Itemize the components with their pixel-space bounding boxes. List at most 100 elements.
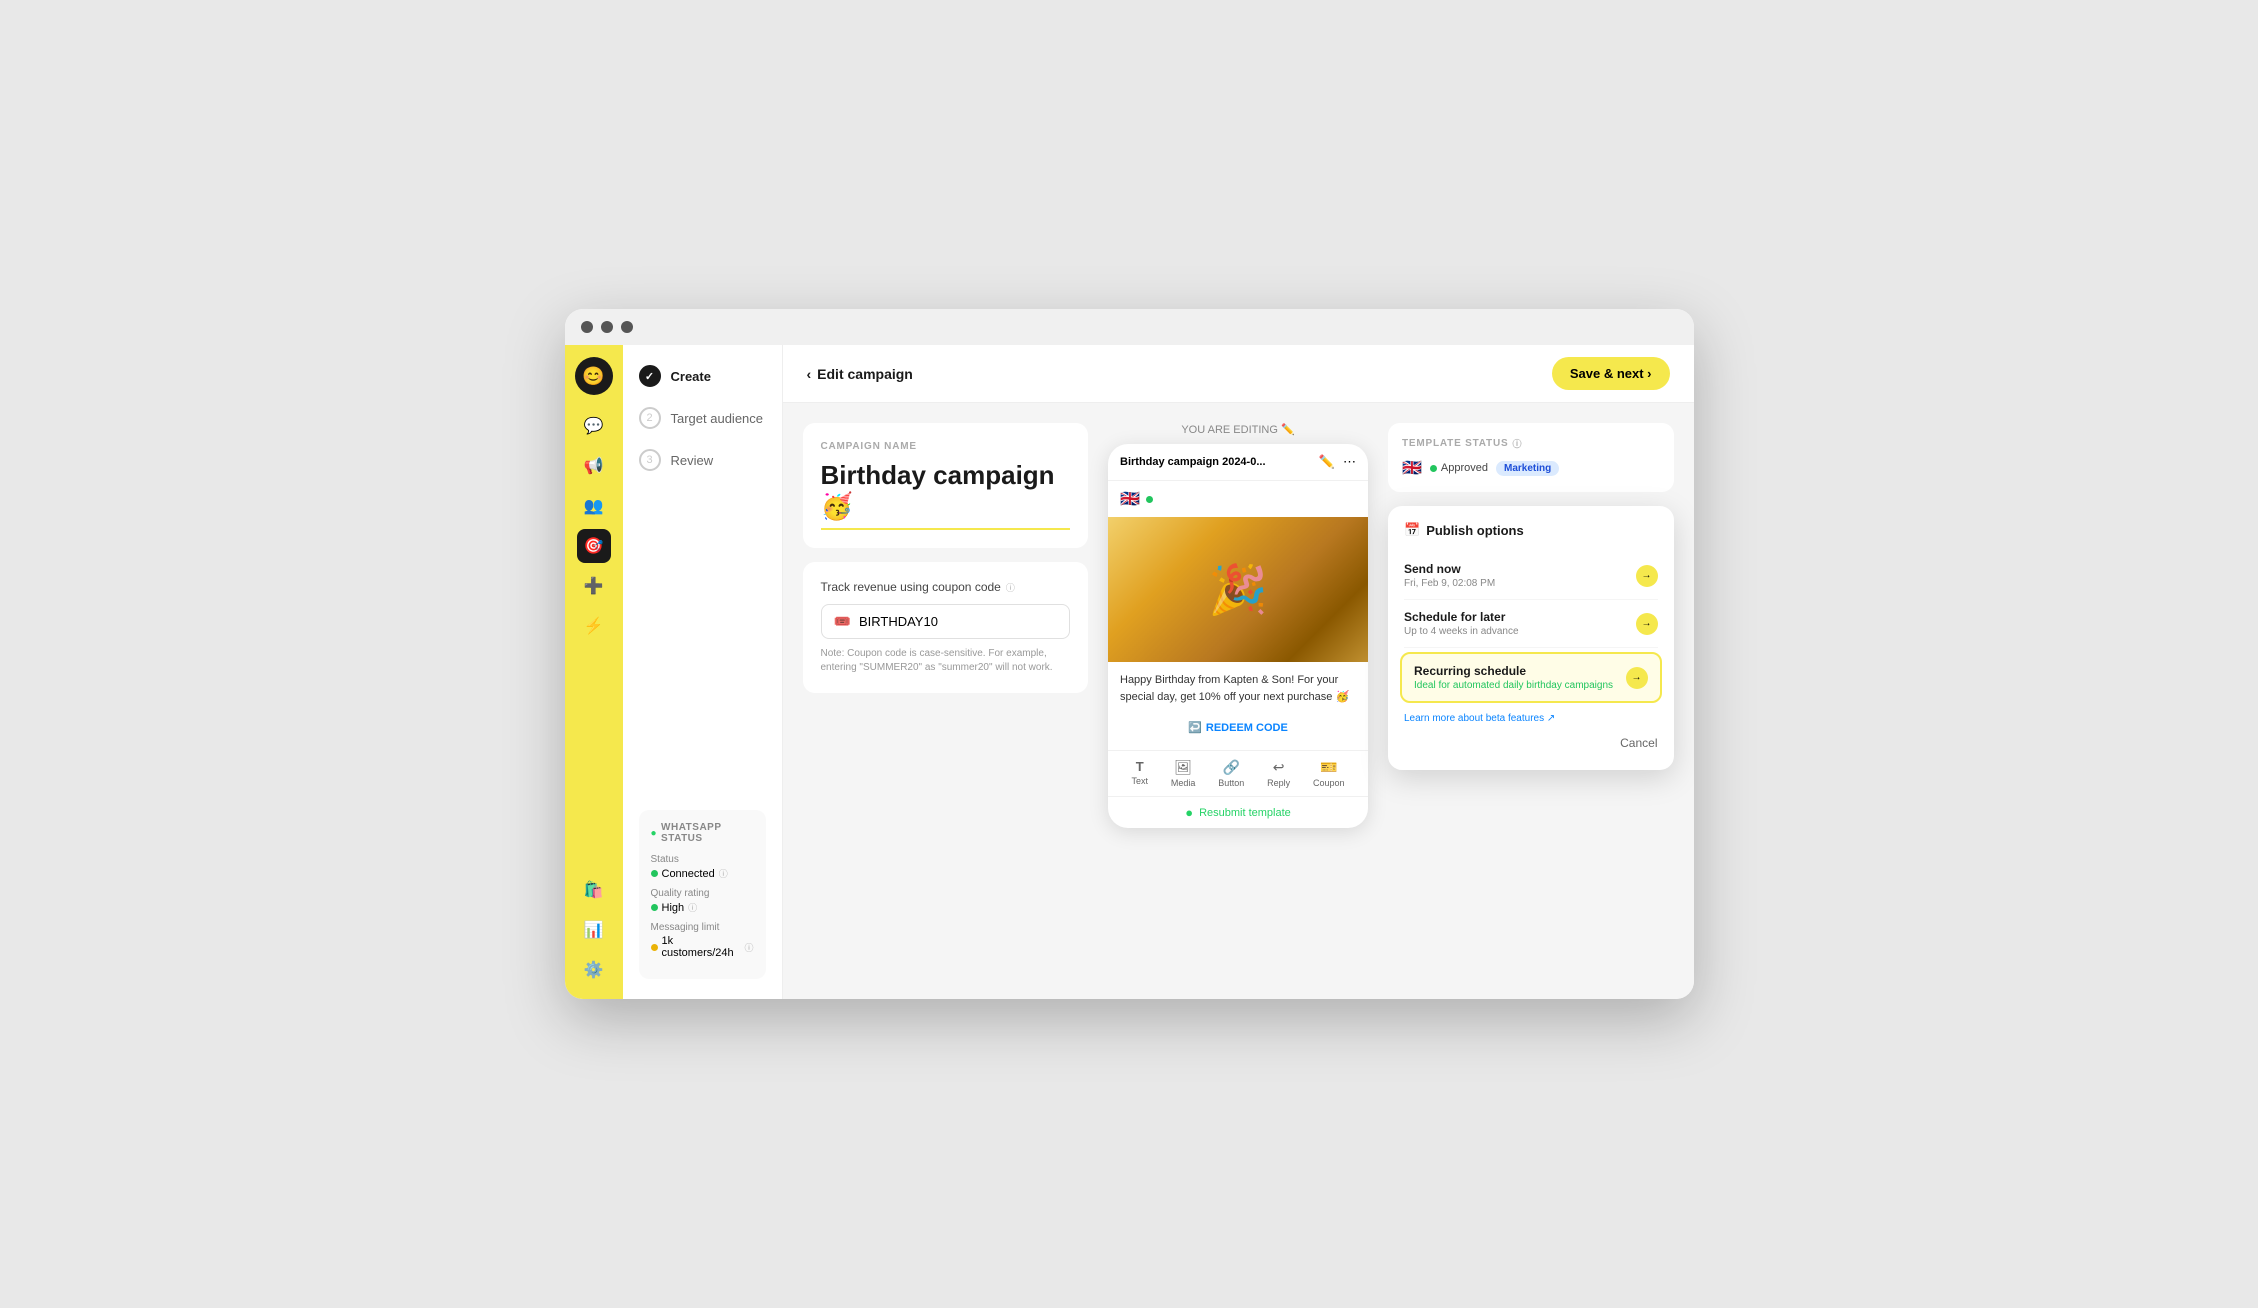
step-circle-create: ✓ <box>639 365 661 387</box>
sidebar-logo[interactable]: 😊 <box>575 357 613 395</box>
nav-step-create[interactable]: ✓ Create <box>639 365 766 387</box>
form-section: CAMPAIGN NAME Birthday campaign 🥳 Track … <box>803 423 1089 979</box>
recurring-sub: Ideal for automated daily birthday campa… <box>1414 680 1613 691</box>
phone-frame: Birthday campaign 2024-0... ✏️ ⋯ 🇬🇧 <box>1108 444 1368 828</box>
phone-header-icons: ✏️ ⋯ <box>1319 454 1356 470</box>
more-icon[interactable]: ⋯ <box>1343 454 1356 470</box>
nav-step-target[interactable]: 2 Target audience <box>639 407 766 429</box>
messaging-label: Messaging limit <box>651 922 754 933</box>
phone-message: Happy Birthday from Kapten & Son! For yo… <box>1120 672 1356 705</box>
sidebar-item-chart[interactable]: 📊 <box>577 913 611 947</box>
toolbar-item-text[interactable]: T Text <box>1131 759 1148 788</box>
ts-badges: 🇬🇧 Approved Marketing <box>1402 458 1660 478</box>
sidebar-item-megaphone[interactable]: 📢 <box>577 449 611 483</box>
resubmit-row[interactable]: ● Resubmit template <box>1108 796 1368 828</box>
coupon-ticket-icon: 🎟️ <box>834 613 851 630</box>
media-label: Media <box>1171 778 1196 788</box>
quality-dot <box>651 904 658 911</box>
toolbar-item-button[interactable]: 🔗 Button <box>1218 759 1244 788</box>
messaging-text: 1k customers/24h <box>662 935 741 959</box>
messaging-info-icon: ⓘ <box>744 941 753 954</box>
sidebar-item-settings[interactable]: ⚙️ <box>577 953 611 987</box>
publish-option-recurring[interactable]: Recurring schedule Ideal for automated d… <box>1400 652 1662 703</box>
reply-icon: ↩ <box>1273 759 1285 776</box>
step-label-target: Target audience <box>671 411 764 426</box>
ts-approved-label: Approved <box>1441 462 1488 474</box>
status-row-quality: Quality rating High ⓘ <box>651 888 754 914</box>
schedule-later-radio-icon: → <box>1642 618 1652 629</box>
reply-label: Reply <box>1267 778 1290 788</box>
online-dot <box>1146 496 1153 503</box>
schedule-later-radio[interactable]: → <box>1636 613 1658 635</box>
connection-info-icon: ⓘ <box>719 867 728 880</box>
you-editing-label: YOU ARE EDITING ✏️ <box>1181 423 1294 436</box>
save-next-button[interactable]: Save & next › <box>1552 357 1670 390</box>
connected-label: Connected <box>662 868 715 880</box>
redeem-icon: ↩️ <box>1188 721 1202 734</box>
back-arrow-icon: ‹ <box>807 366 812 382</box>
publish-title: 📅 Publish options <box>1404 522 1658 538</box>
main-content: ‹ Edit campaign Save & next › CAMPAIGN N… <box>783 345 1694 999</box>
publish-options-popup: 📅 Publish options Send now Fri, Feb 9, 0… <box>1388 506 1674 770</box>
phone-flag-row: 🇬🇧 <box>1108 481 1368 517</box>
campaign-name-value: Birthday campaign 🥳 <box>821 460 1071 530</box>
browser-dot-1 <box>581 321 593 333</box>
button-label: Button <box>1218 778 1244 788</box>
ts-marketing-badge: Marketing <box>1496 461 1559 476</box>
whatsapp-status-card: ● WHATSAPP STATUS Status Connected ⓘ Qua… <box>639 810 766 979</box>
flag-icon: 🇬🇧 <box>1120 489 1140 509</box>
sidebar-item-bag[interactable]: 🛍️ <box>577 873 611 907</box>
quality-info-icon: ⓘ <box>688 901 697 914</box>
coupon-card: Track revenue using coupon code ⓘ 🎟️ Not… <box>803 562 1089 693</box>
sidebar-item-lightning[interactable]: ⚡ <box>577 609 611 643</box>
step-circle-target: 2 <box>639 407 661 429</box>
cancel-button[interactable]: Cancel <box>1404 732 1658 754</box>
pencil-icon[interactable]: ✏️ <box>1319 454 1335 470</box>
send-now-sub: Fri, Feb 9, 02:08 PM <box>1404 578 1495 589</box>
sidebar-item-add[interactable]: ➕ <box>577 569 611 603</box>
sidebar-item-campaigns[interactable]: 🎯 <box>577 529 611 563</box>
topbar: ‹ Edit campaign Save & next › <box>783 345 1694 403</box>
left-panel: ✓ Create 2 Target audience 3 Review ● WH… <box>623 345 783 999</box>
toolbar-item-reply[interactable]: ↩ Reply <box>1267 759 1290 788</box>
nav-step-review[interactable]: 3 Review <box>639 449 766 471</box>
toolbar-item-media[interactable]: 🖼 Media <box>1171 759 1196 788</box>
ts-dot <box>1430 465 1437 472</box>
app-container: 😊 💬 📢 👥 🎯 ➕ ⚡ 🛍️ 📊 ⚙️ ✓ Create 2 Target … <box>565 345 1694 999</box>
publish-option-schedule-later[interactable]: Schedule for later Up to 4 weeks in adva… <box>1404 600 1658 648</box>
redeem-button[interactable]: ↩️ REDEEM CODE <box>1120 715 1356 740</box>
toolbar-item-coupon[interactable]: 🎫 Coupon <box>1313 759 1345 788</box>
messaging-dot <box>651 944 658 951</box>
recurring-radio[interactable]: → <box>1626 667 1648 689</box>
text-icon: T <box>1136 759 1144 774</box>
quality-text: High <box>662 902 685 914</box>
nav-steps: ✓ Create 2 Target audience 3 Review <box>639 365 766 471</box>
media-icon: 🖼 <box>1174 759 1192 776</box>
sidebar-item-chat[interactable]: 💬 <box>577 409 611 443</box>
recurring-info: Recurring schedule Ideal for automated d… <box>1414 664 1613 691</box>
browser-bar <box>565 309 1694 345</box>
coupon-input-wrap[interactable]: 🎟️ <box>821 604 1071 639</box>
calendar-icon: 📅 <box>1404 522 1420 538</box>
send-now-info: Send now Fri, Feb 9, 02:08 PM <box>1404 562 1495 589</box>
send-now-title: Send now <box>1404 562 1495 576</box>
back-button[interactable]: ‹ Edit campaign <box>807 366 913 382</box>
status-value-connection: Connected ⓘ <box>651 867 754 880</box>
coupon-note: Note: Coupon code is case-sensitive. For… <box>821 647 1071 675</box>
content-area: CAMPAIGN NAME Birthday campaign 🥳 Track … <box>783 403 1694 999</box>
sidebar-item-audience[interactable]: 👥 <box>577 489 611 523</box>
learn-more-link[interactable]: Learn more about beta features ↗ <box>1404 713 1658 724</box>
coupon-input[interactable] <box>859 614 1057 629</box>
schedule-later-sub: Up to 4 weeks in advance <box>1404 626 1519 637</box>
whatsapp-status-title: ● WHATSAPP STATUS <box>651 822 754 844</box>
template-status-card: TEMPLATE STATUS ⓘ 🇬🇧 Approved Marketing <box>1388 423 1674 492</box>
coupon-label2: Coupon <box>1313 778 1345 788</box>
send-now-radio[interactable]: → <box>1636 565 1658 587</box>
schedule-later-info: Schedule for later Up to 4 weeks in adva… <box>1404 610 1519 637</box>
redeem-label: REDEEM CODE <box>1206 722 1288 734</box>
coupon-info-icon: ⓘ <box>1006 581 1015 594</box>
publish-option-send-now[interactable]: Send now Fri, Feb 9, 02:08 PM → <box>1404 552 1658 600</box>
ts-info-icon: ⓘ <box>1512 437 1522 450</box>
step-label-review: Review <box>671 453 714 468</box>
browser-window: 😊 💬 📢 👥 🎯 ➕ ⚡ 🛍️ 📊 ⚙️ ✓ Create 2 Target … <box>565 309 1694 999</box>
